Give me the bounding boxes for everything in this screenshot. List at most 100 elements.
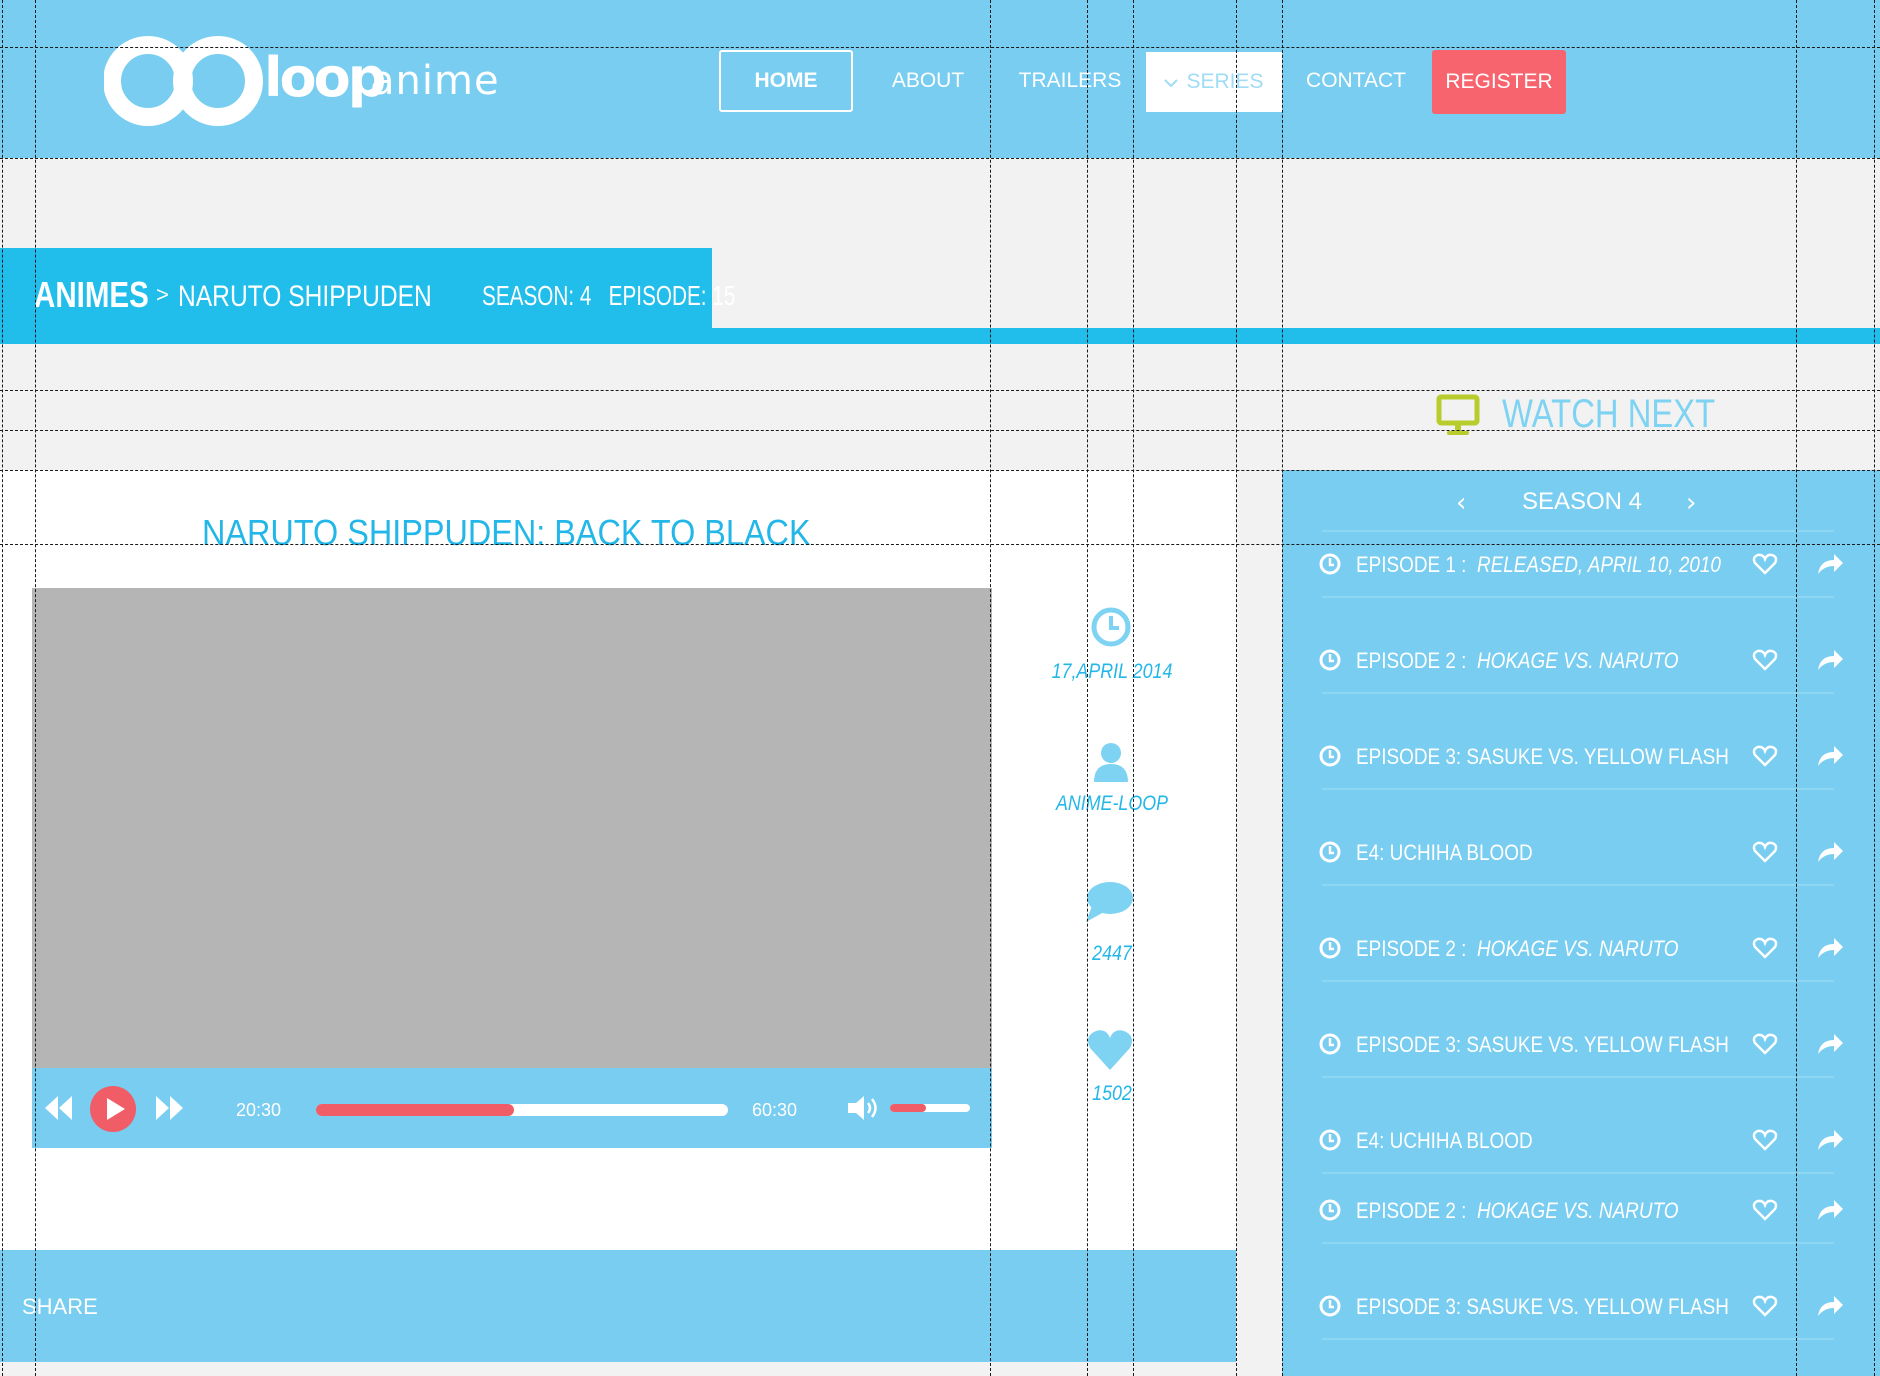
progress-bar-fill: [316, 1104, 514, 1116]
heart-outline-icon[interactable]: [1752, 744, 1778, 772]
episode-divider: [1322, 1172, 1834, 1174]
share-arrow-icon[interactable]: [1816, 550, 1844, 580]
episode-title: EPISODE 3: SASUKE VS. YELLOW FLASH: [1356, 1294, 1729, 1320]
clock-icon: [1318, 1128, 1342, 1156]
episode-divider: [1322, 788, 1834, 790]
register-button[interactable]: REGISTER: [1432, 50, 1566, 114]
nav-home[interactable]: HOME: [719, 50, 853, 112]
current-time: 20:30: [236, 1100, 282, 1120]
heart-outline-icon[interactable]: [1752, 1198, 1778, 1226]
clock-icon: [1318, 552, 1342, 580]
chevron-down-icon: [1164, 70, 1179, 94]
episode-label: EPISODE 2 :: [1356, 1198, 1467, 1223]
breadcrumb-root[interactable]: ANIMES: [34, 274, 149, 316]
episode-subtitle: HOKAGE VS. NARUTO: [1476, 1198, 1679, 1223]
share-arrow-icon[interactable]: [1816, 646, 1844, 676]
episode-title: E4: UCHIHA BLOOD: [1356, 1128, 1533, 1154]
heart-outline-icon[interactable]: [1752, 1032, 1778, 1060]
season-prev-button[interactable]: ‹: [1456, 488, 1466, 518]
like-count: 1502: [1092, 1082, 1132, 1105]
episode-divider: [1322, 884, 1834, 886]
season-divider: [1322, 530, 1834, 532]
clock-icon: [1318, 840, 1342, 868]
heart-outline-icon[interactable]: [1752, 552, 1778, 580]
clock-icon: [1318, 648, 1342, 676]
nav-contact[interactable]: CONTACT: [1298, 50, 1414, 112]
user-icon: [1092, 742, 1130, 786]
total-time: 60:30: [752, 1100, 798, 1120]
heart-outline-icon[interactable]: [1752, 840, 1778, 868]
episode-label: EPISODE 3: SASUKE VS. YELLOW FLASH: [1356, 1032, 1729, 1057]
season-label: SEASON 4: [1521, 488, 1643, 515]
episode-subtitle: HOKAGE VS. NARUTO: [1476, 936, 1679, 961]
breadcrumb-show[interactable]: NARUTO SHIPPUDEN: [178, 280, 432, 314]
episode-divider: [1322, 1242, 1834, 1244]
episode-divider: [1322, 1338, 1834, 1340]
fast-forward-icon[interactable]: [154, 1094, 184, 1126]
clock-icon: [1318, 1032, 1342, 1060]
nav-series-dropdown[interactable]: SERIES: [1146, 52, 1282, 112]
share-arrow-icon[interactable]: [1816, 934, 1844, 964]
share-arrow-icon[interactable]: [1816, 1126, 1844, 1156]
layout-guide: [990, 0, 991, 1376]
episode-label: E4: UCHIHA BLOOD: [1356, 840, 1533, 865]
breadcrumb-separator: >: [156, 282, 169, 307]
layout-guide: [1282, 0, 1283, 1376]
volume-icon[interactable]: [846, 1094, 882, 1126]
clock-icon: [1318, 1198, 1342, 1226]
layout-guide: [2, 0, 3, 1376]
clock-icon: [1318, 936, 1342, 964]
episode-divider: [1322, 1076, 1834, 1078]
layout-guide: [0, 544, 1880, 545]
season-next-button[interactable]: ›: [1686, 488, 1696, 518]
heart-icon[interactable]: [1086, 1028, 1134, 1076]
video-player-screen[interactable]: [32, 588, 992, 1068]
layout-guide: [1087, 0, 1088, 1376]
layout-guide: [0, 158, 1880, 159]
episode-title: EPISODE 2 : HOKAGE VS. NARUTO: [1356, 1198, 1678, 1224]
volume-slider-fill: [890, 1104, 926, 1112]
nav-about[interactable]: ABOUT: [878, 50, 978, 112]
episode-title: EPISODE 2 : HOKAGE VS. NARUTO: [1356, 648, 1678, 674]
episode-divider: [1322, 980, 1834, 982]
nav-trailers[interactable]: TRAILERS: [1010, 50, 1130, 112]
episode-subtitle: RELEASED, APRIL 10, 2010: [1476, 552, 1721, 577]
episode-title: EPISODE 3: SASUKE VS. YELLOW FLASH: [1356, 744, 1729, 770]
episode-title: EPISODE 2 : HOKAGE VS. NARUTO: [1356, 936, 1678, 962]
clock-icon: [1318, 1294, 1342, 1322]
share-arrow-icon[interactable]: [1816, 742, 1844, 772]
share-arrow-icon[interactable]: [1816, 1030, 1844, 1060]
share-arrow-icon[interactable]: [1816, 838, 1844, 868]
share-arrow-icon[interactable]: [1816, 1196, 1844, 1226]
logo-wordmark-light: anime: [370, 58, 500, 104]
share-arrow-icon[interactable]: [1816, 1292, 1844, 1322]
logo-infinity-icon[interactable]: [103, 36, 264, 130]
clock-icon: [1090, 606, 1132, 652]
layout-guide: [0, 470, 1880, 471]
heart-outline-icon[interactable]: [1752, 1294, 1778, 1322]
episode-divider: [1322, 596, 1834, 598]
clock-icon: [1318, 744, 1342, 772]
rewind-icon[interactable]: [44, 1094, 74, 1126]
publish-date: 17,APRIL 2014: [1051, 660, 1173, 683]
episode-title: E4: UCHIHA BLOOD: [1356, 840, 1533, 866]
layout-guide: [1133, 0, 1134, 1376]
episode-subtitle: HOKAGE VS. NARUTO: [1476, 648, 1679, 673]
author-name[interactable]: ANIME-LOOP: [1044, 792, 1180, 816]
heart-outline-icon[interactable]: [1752, 1128, 1778, 1156]
video-title: NARUTO SHIPPUDEN: BACK TO BLACK: [202, 512, 811, 553]
heart-outline-icon[interactable]: [1752, 936, 1778, 964]
layout-guide: [1874, 0, 1875, 1376]
episode-label: EPISODE 1 :: [1356, 552, 1467, 577]
share-bar: [0, 1250, 1236, 1362]
play-button[interactable]: [90, 1086, 136, 1136]
logo-wordmark-bold: loop: [264, 46, 386, 109]
heart-outline-icon[interactable]: [1752, 648, 1778, 676]
layout-guide: [0, 390, 1880, 391]
breadcrumb-underline: [0, 328, 1880, 344]
layout-guide: [0, 47, 1880, 48]
layout-guide: [35, 0, 36, 1376]
comment-count: 2447: [1092, 942, 1132, 965]
nav-series-label: SERIES: [1186, 70, 1264, 93]
share-label[interactable]: SHARE: [22, 1294, 98, 1320]
